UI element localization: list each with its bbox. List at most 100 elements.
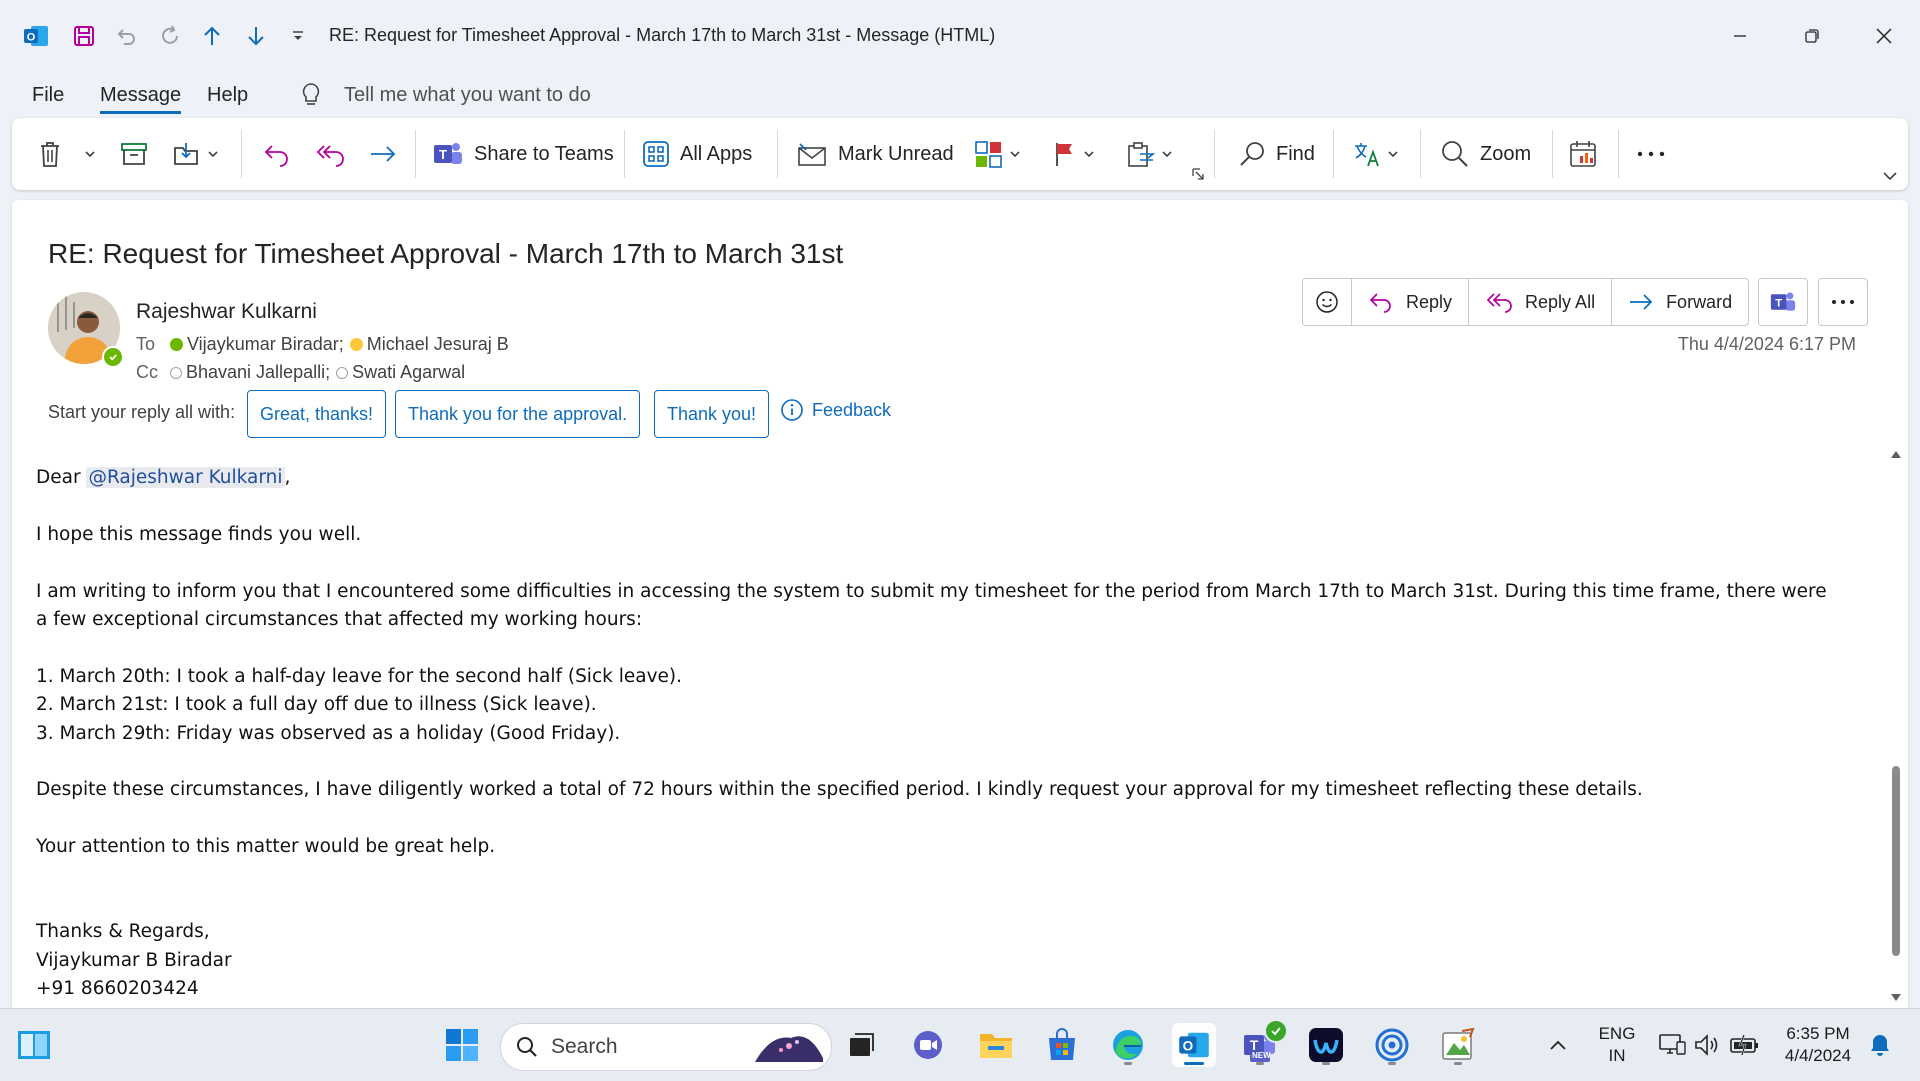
webex-icon[interactable] bbox=[1304, 1023, 1348, 1067]
message-actions: Reply Reply All Forward bbox=[1302, 278, 1750, 326]
suggested-replies-label: Start your reply all with: bbox=[48, 402, 236, 422]
recipient[interactable]: Swati Agarwal bbox=[352, 362, 465, 383]
file-explorer-icon[interactable] bbox=[974, 1023, 1018, 1067]
emoji-reaction-button[interactable] bbox=[1303, 279, 1352, 325]
suggested-reply-button[interactable]: Thank you for the approval. bbox=[395, 390, 641, 438]
reply-ribbon-button[interactable] bbox=[262, 136, 292, 172]
recipient[interactable]: Bhavani Jallepalli; bbox=[186, 362, 330, 383]
more-actions-icon[interactable] bbox=[1818, 278, 1868, 326]
body-paragraph: Despite these circumstances, I have dili… bbox=[36, 779, 1643, 801]
vertical-scrollbar[interactable] bbox=[1884, 444, 1908, 1008]
teams-meet-icon[interactable] bbox=[906, 1023, 950, 1067]
close-button[interactable] bbox=[1854, 16, 1914, 56]
suggested-reply-button[interactable]: Great, thanks! bbox=[247, 390, 387, 438]
clock[interactable]: 6:35 PM 4/4/2024 bbox=[1772, 1023, 1864, 1067]
minimize-button[interactable] bbox=[1710, 16, 1770, 56]
rules-chevron-icon bbox=[1161, 150, 1173, 158]
next-item-icon[interactable] bbox=[242, 22, 270, 50]
teams-new-badge: NEW bbox=[1252, 1051, 1271, 1060]
translate-button[interactable] bbox=[1352, 136, 1399, 172]
windows-start-icon[interactable] bbox=[440, 1023, 484, 1067]
battery-icon[interactable] bbox=[1722, 1023, 1766, 1067]
undo-icon[interactable] bbox=[112, 22, 140, 50]
ribbon-separator bbox=[1552, 130, 1553, 178]
share-to-teams-button[interactable]: T Share to Teams bbox=[432, 136, 614, 172]
ribbon-separator bbox=[624, 130, 625, 178]
forward-button[interactable]: Forward bbox=[1612, 279, 1748, 325]
body-paragraph: Your attention to this matter would be g… bbox=[36, 836, 496, 858]
rules-button[interactable] bbox=[1126, 136, 1173, 172]
spiral-app-icon[interactable] bbox=[1370, 1023, 1414, 1067]
follow-up-flag-button[interactable] bbox=[1052, 136, 1095, 172]
all-apps-button[interactable]: All Apps bbox=[642, 136, 752, 172]
mention[interactable]: @Rajeshwar Kulkarni bbox=[86, 467, 285, 488]
more-commands-icon[interactable] bbox=[1636, 136, 1666, 172]
edge-browser-icon[interactable] bbox=[1106, 1023, 1150, 1067]
restore-button[interactable] bbox=[1782, 16, 1842, 56]
microsoft-store-icon[interactable] bbox=[1040, 1023, 1084, 1067]
reply-label: Reply bbox=[1406, 291, 1453, 312]
presence-unknown-icon bbox=[336, 366, 349, 379]
reply-button[interactable]: Reply bbox=[1352, 279, 1470, 325]
categorize-chevron-icon bbox=[1009, 150, 1021, 158]
show-hidden-icons-chevron-icon[interactable] bbox=[1536, 1023, 1580, 1067]
svg-text:O: O bbox=[1183, 1039, 1194, 1054]
move-button[interactable] bbox=[172, 136, 219, 172]
keyboard-region: IN bbox=[1608, 1046, 1626, 1065]
scroll-up-arrow-icon[interactable] bbox=[1890, 448, 1902, 460]
delete-button[interactable] bbox=[38, 136, 62, 172]
group-launcher-icon[interactable] bbox=[1192, 168, 1204, 180]
suggested-reply-button[interactable]: Thank you! bbox=[654, 390, 770, 438]
teams-new-icon[interactable]: T NEW bbox=[1238, 1019, 1288, 1067]
feedback-label: Feedback bbox=[812, 399, 892, 420]
redo-icon[interactable] bbox=[156, 22, 184, 50]
menu-file[interactable]: File bbox=[32, 84, 64, 107]
archive-button[interactable] bbox=[120, 136, 148, 172]
scroll-down-arrow-icon[interactable] bbox=[1890, 992, 1902, 1004]
running-indicator bbox=[1124, 1062, 1132, 1065]
delete-dropdown-chevron-icon[interactable] bbox=[84, 136, 96, 172]
customize-toolbar-icon[interactable] bbox=[284, 22, 312, 50]
find-button[interactable]: Find bbox=[1238, 136, 1315, 172]
share-to-teams-label: Share to Teams bbox=[474, 142, 614, 165]
cc-label: Cc bbox=[136, 362, 158, 382]
ribbon-expand-chevron-icon[interactable] bbox=[1882, 158, 1898, 194]
viva-insights-button[interactable] bbox=[1568, 136, 1598, 172]
scroll-thumb[interactable] bbox=[1892, 766, 1900, 956]
search-highlight-icon bbox=[755, 1036, 823, 1062]
signature-line: Thanks & Regards, bbox=[36, 921, 210, 943]
reading-pane: RE: Request for Timesheet Approval - Mar… bbox=[12, 200, 1908, 1008]
signature-line: +91 8660203424 bbox=[36, 978, 199, 1000]
recipient[interactable]: Michael Jesuraj B bbox=[367, 334, 509, 355]
language-indicator[interactable]: ENG IN bbox=[1590, 1023, 1644, 1067]
reply-all-label: Reply All bbox=[1525, 291, 1596, 312]
zoom-button[interactable]: Zoom bbox=[1440, 136, 1531, 172]
categorize-button[interactable] bbox=[974, 136, 1021, 172]
lightbulb-icon bbox=[300, 82, 322, 108]
list-item: 2. March 21st: I took a full day off due… bbox=[36, 694, 597, 716]
taskbar-search[interactable]: Search bbox=[500, 1023, 832, 1071]
previous-item-icon[interactable] bbox=[198, 22, 226, 50]
mark-unread-button[interactable]: Mark Unread bbox=[796, 136, 954, 172]
recipient[interactable]: Vijaykumar Biradar; bbox=[187, 334, 344, 355]
outlook-taskbar-icon[interactable]: O bbox=[1172, 1023, 1216, 1067]
reply-all-button[interactable]: Reply All bbox=[1469, 279, 1613, 325]
desktop-widget-icon[interactable] bbox=[12, 1023, 56, 1067]
greeting: Dear @Rajeshwar Kulkarni, bbox=[36, 464, 1836, 492]
running-indicator bbox=[1388, 1062, 1396, 1065]
notification-bell-icon[interactable] bbox=[1858, 1023, 1902, 1067]
reply-all-ribbon-button[interactable] bbox=[314, 136, 346, 172]
body-paragraph: I am writing to inform you that I encoun… bbox=[36, 580, 1827, 630]
sender-name[interactable]: Rajeshwar Kulkarni bbox=[136, 300, 317, 324]
forward-ribbon-button[interactable] bbox=[368, 136, 398, 172]
menu-help[interactable]: Help bbox=[207, 84, 248, 107]
mark-unread-label: Mark Unread bbox=[838, 142, 954, 165]
save-icon[interactable] bbox=[70, 22, 98, 50]
tell-me-search[interactable]: Tell me what you want to do bbox=[344, 84, 591, 107]
feedback-link[interactable]: Feedback bbox=[780, 398, 891, 422]
ribbon-separator bbox=[1618, 130, 1619, 178]
teams-chat-button[interactable]: T bbox=[1758, 278, 1808, 326]
task-view-icon[interactable] bbox=[840, 1023, 884, 1067]
snipping-tool-icon[interactable] bbox=[1436, 1023, 1480, 1067]
menu-message[interactable]: Message bbox=[100, 84, 182, 114]
